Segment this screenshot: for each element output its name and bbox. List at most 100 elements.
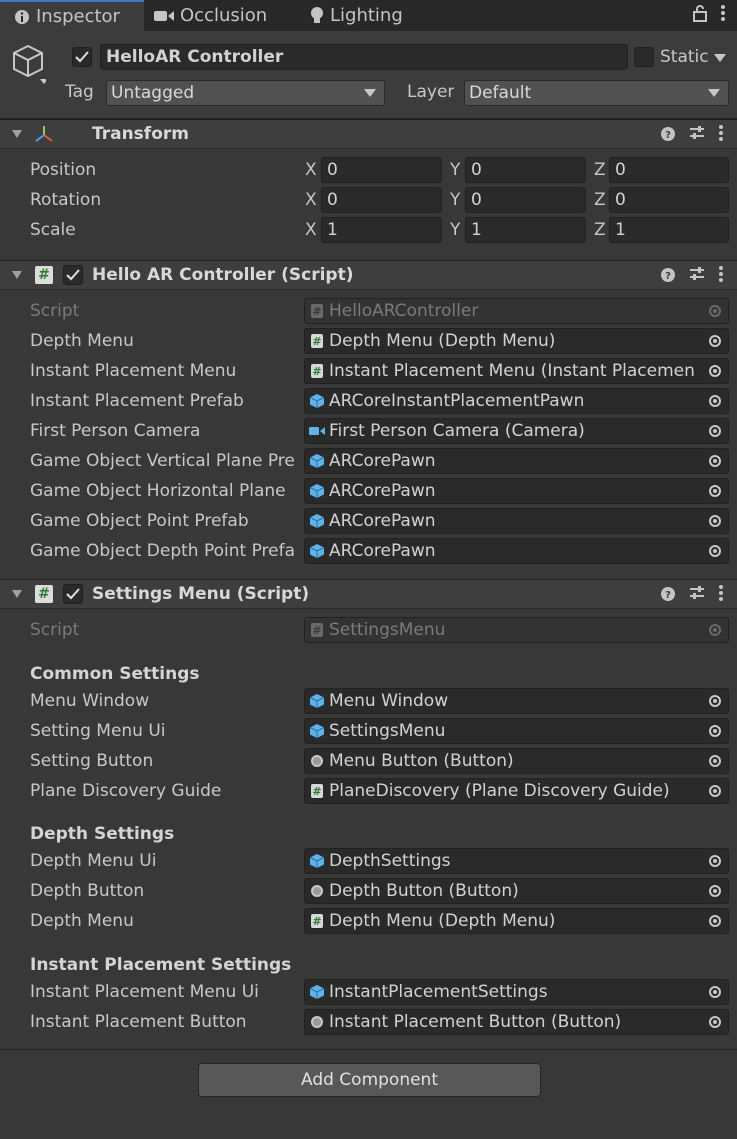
axis-z-label[interactable]: Z bbox=[594, 190, 606, 210]
axis-x-label[interactable]: X bbox=[305, 190, 317, 210]
presets-icon[interactable] bbox=[689, 125, 705, 146]
object-name-field[interactable]: HelloAR Controller bbox=[100, 44, 628, 70]
enabled-checkbox[interactable] bbox=[63, 584, 83, 604]
object-reference-value: First Person Camera (Camera) bbox=[329, 421, 585, 441]
object-picker-icon[interactable] bbox=[702, 359, 728, 383]
lock-icon[interactable] bbox=[693, 4, 707, 27]
presets-icon[interactable] bbox=[689, 585, 705, 606]
object-picker-icon[interactable] bbox=[702, 449, 728, 473]
camera-icon bbox=[154, 9, 174, 23]
object-picker-icon[interactable] bbox=[702, 879, 728, 903]
object-picker-icon[interactable] bbox=[702, 1010, 728, 1034]
foldout-arrow-icon[interactable] bbox=[12, 271, 22, 279]
object-reference-field[interactable]: # Depth Menu (Depth Menu) bbox=[304, 328, 729, 354]
foldout-arrow-icon[interactable] bbox=[12, 590, 22, 598]
foldout-arrow-icon[interactable] bbox=[12, 130, 22, 138]
field-label: Instant Placement Prefab bbox=[30, 391, 244, 411]
object-picker-icon[interactable] bbox=[702, 719, 728, 743]
help-icon[interactable]: ? bbox=[661, 586, 675, 606]
object-reference-value: Menu Button (Button) bbox=[329, 751, 514, 771]
presets-icon[interactable] bbox=[689, 266, 705, 287]
object-reference-field[interactable]: Instant Placement Button (Button) bbox=[304, 1009, 729, 1035]
rotation-z-field[interactable]: 0 bbox=[609, 187, 729, 213]
object-picker-icon[interactable] bbox=[702, 479, 728, 503]
divider bbox=[0, 1049, 737, 1050]
object-picker-icon[interactable] bbox=[702, 689, 728, 713]
scale-z-field[interactable]: 1 bbox=[609, 217, 729, 243]
transform-header[interactable]: Transform ? bbox=[0, 119, 737, 149]
tag-dropdown[interactable]: Untagged bbox=[106, 80, 385, 106]
axis-y-label[interactable]: Y bbox=[450, 220, 460, 240]
object-reference-value: ARCorePawn bbox=[329, 511, 436, 531]
object-reference-value: ARCorePawn bbox=[329, 451, 436, 471]
kebab-menu-icon[interactable] bbox=[719, 125, 723, 146]
axis-z-label[interactable]: Z bbox=[594, 220, 606, 240]
object-reference-field[interactable]: Menu Button (Button) bbox=[304, 748, 729, 774]
field-label: Game Object Point Prefab bbox=[30, 511, 249, 531]
layer-dropdown[interactable]: Default bbox=[464, 80, 729, 106]
object-picker-icon[interactable] bbox=[702, 749, 728, 773]
object-reference-field[interactable]: ARCorePawn bbox=[304, 448, 729, 474]
object-reference-field[interactable]: Menu Window bbox=[304, 688, 729, 714]
axis-y-label[interactable]: Y bbox=[450, 160, 460, 180]
object-picker-icon[interactable] bbox=[702, 389, 728, 413]
object-picker-icon[interactable] bbox=[702, 329, 728, 353]
static-dropdown-icon[interactable] bbox=[714, 54, 726, 62]
axis-x-label[interactable]: X bbox=[305, 160, 317, 180]
object-reference-field[interactable]: First Person Camera (Camera) bbox=[304, 418, 729, 444]
object-reference-field[interactable]: ARCorePawn bbox=[304, 538, 729, 564]
position-y-field[interactable]: 0 bbox=[465, 157, 586, 183]
scale-x-field[interactable]: 1 bbox=[321, 217, 442, 243]
object-picker-icon[interactable] bbox=[702, 909, 728, 933]
rotation-y-field[interactable]: 0 bbox=[465, 187, 586, 213]
object-reference-field[interactable]: ARCoreInstantPlacementPawn bbox=[304, 388, 729, 414]
kebab-menu-icon[interactable] bbox=[719, 585, 723, 606]
object-picker-icon[interactable] bbox=[702, 419, 728, 443]
object-reference-field[interactable]: SettingsMenu bbox=[304, 718, 729, 744]
rotation-x-field[interactable]: 0 bbox=[321, 187, 442, 213]
object-reference-value: HelloARController bbox=[329, 301, 479, 321]
object-reference-field[interactable]: # Instant Placement Menu (Instant Placeme… bbox=[304, 358, 729, 384]
settings-menu-header[interactable]: # Settings Menu (Script) ? bbox=[0, 579, 737, 609]
help-icon[interactable]: ? bbox=[661, 267, 675, 287]
object-reference-field[interactable]: ARCorePawn bbox=[304, 478, 729, 504]
script-icon: # bbox=[311, 364, 323, 378]
gameobject-cube-icon[interactable] bbox=[12, 43, 48, 92]
tab-occlusion[interactable]: Occlusion bbox=[154, 0, 294, 31]
script-icon: # bbox=[311, 914, 323, 928]
enabled-checkbox[interactable] bbox=[63, 265, 83, 285]
position-x-field[interactable]: 0 bbox=[321, 157, 442, 183]
object-reference-field[interactable]: Depth Button (Button) bbox=[304, 878, 729, 904]
object-reference-field[interactable]: InstantPlacementSettings bbox=[304, 979, 729, 1005]
object-reference-field[interactable]: DepthSettings bbox=[304, 848, 729, 874]
tab-label: Occlusion bbox=[180, 5, 268, 26]
static-checkbox[interactable] bbox=[634, 47, 654, 67]
tab-inspector[interactable]: Inspector bbox=[0, 0, 144, 31]
axis-y-label[interactable]: Y bbox=[450, 190, 460, 210]
field-label: Depth Menu bbox=[30, 331, 134, 351]
tab-lighting[interactable]: Lighting bbox=[310, 0, 430, 31]
static-label[interactable]: Static bbox=[660, 47, 709, 67]
helloar-controller-header[interactable]: # Hello AR Controller (Script) ? bbox=[0, 260, 737, 290]
axis-z-label[interactable]: Z bbox=[594, 160, 606, 180]
object-reference-field[interactable]: # PlaneDiscovery (Plane Discovery Guide) bbox=[304, 778, 729, 804]
component-title: Settings Menu (Script) bbox=[92, 584, 310, 604]
kebab-menu-icon[interactable] bbox=[719, 266, 723, 287]
scale-y-field[interactable]: 1 bbox=[465, 217, 586, 243]
position-z-field[interactable]: 0 bbox=[609, 157, 729, 183]
field-label: Game Object Vertical Plane Pre bbox=[30, 451, 295, 471]
prefab-icon bbox=[308, 513, 326, 529]
kebab-menu-icon[interactable] bbox=[721, 4, 725, 27]
prefab-icon bbox=[308, 483, 326, 499]
add-component-button[interactable]: Add Component bbox=[198, 1063, 541, 1097]
object-picker-icon[interactable] bbox=[702, 539, 728, 563]
active-checkbox[interactable] bbox=[72, 47, 92, 67]
object-reference-field[interactable]: ARCorePawn bbox=[304, 508, 729, 534]
object-picker-icon[interactable] bbox=[702, 849, 728, 873]
object-picker-icon[interactable] bbox=[702, 509, 728, 533]
object-picker-icon[interactable] bbox=[702, 779, 728, 803]
help-icon[interactable]: ? bbox=[661, 126, 675, 146]
object-picker-icon[interactable] bbox=[702, 980, 728, 1004]
axis-x-label[interactable]: X bbox=[305, 220, 317, 240]
object-reference-field[interactable]: # Depth Menu (Depth Menu) bbox=[304, 908, 729, 934]
